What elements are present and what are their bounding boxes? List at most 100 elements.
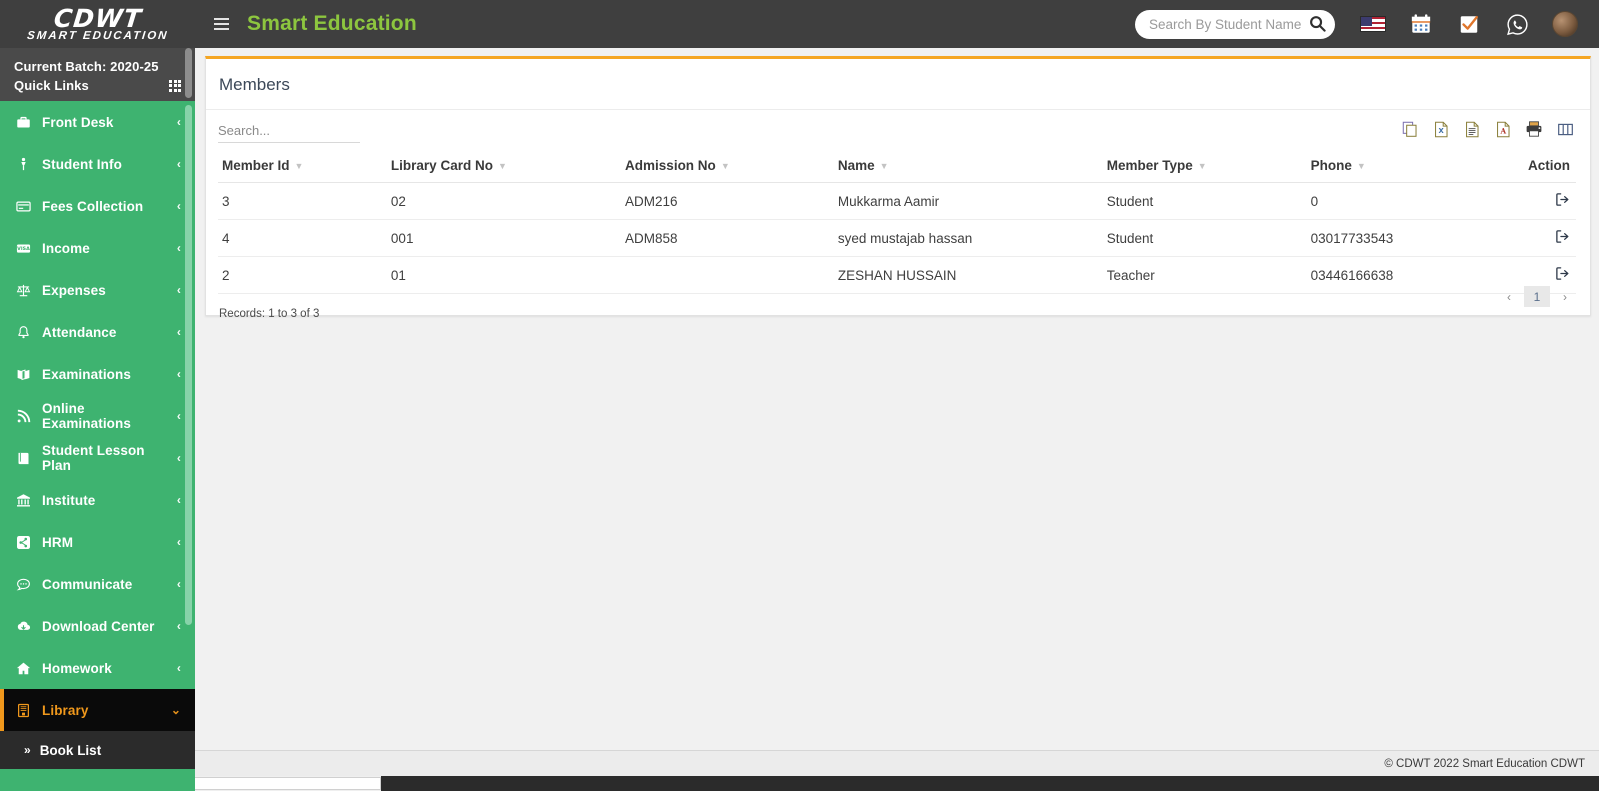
datatable-toolbar: X <box>218 120 1576 143</box>
svg-text:A: A <box>1499 126 1506 135</box>
sidebar-item-expenses[interactable]: Expenses ‹ <box>0 269 195 311</box>
sidebar-item-student-lesson-plan[interactable]: Student Lesson Plan ‹ <box>0 437 195 479</box>
sidebar-item-library[interactable]: Library ⌄ <box>0 689 195 731</box>
chevron-left-icon[interactable]: ‹ <box>177 325 181 339</box>
sidebar-item-label: Student Lesson Plan <box>42 443 145 473</box>
us-flag-graphic <box>1360 16 1386 32</box>
export-button-group: X A <box>1399 118 1576 140</box>
print-icon[interactable] <box>1523 118 1545 140</box>
chevron-left-icon[interactable]: ‹ <box>177 409 181 423</box>
signout-arrow-icon[interactable] <box>1555 192 1570 207</box>
pagination-prev[interactable]: ‹ <box>1498 286 1520 307</box>
top-navbar: CDWT SMART EDUCATION Smart Education <box>0 0 1599 48</box>
horizontal-scrollbar[interactable] <box>0 776 1599 791</box>
scrollbar-thumb[interactable] <box>183 777 381 790</box>
chevron-left-icon[interactable]: ‹ <box>177 367 181 381</box>
sort-caret-icon[interactable]: ▼ <box>880 161 889 171</box>
chevron-left-icon[interactable]: ‹ <box>177 283 181 297</box>
column-header-member-type[interactable]: Member Type ▼ <box>1102 152 1307 183</box>
chevron-down-icon[interactable]: ⌄ <box>171 703 181 717</box>
cell-admission-no <box>621 256 834 294</box>
copy-icon[interactable] <box>1399 118 1421 140</box>
cloud-download-icon <box>16 619 42 634</box>
sort-caret-icon[interactable]: ▼ <box>1357 161 1366 171</box>
sidebar-item-download-center[interactable]: Download Center ‹ <box>0 605 195 647</box>
search-input[interactable] <box>1149 16 1305 32</box>
user-avatar[interactable] <box>1541 0 1589 48</box>
pagination-next[interactable]: › <box>1554 286 1576 307</box>
cell-member-id: 3 <box>218 182 387 220</box>
signout-arrow-icon[interactable] <box>1555 229 1570 244</box>
chevron-left-icon[interactable]: ‹ <box>177 493 181 507</box>
sidebar-item-examinations[interactable]: Examinations ‹ <box>0 353 195 395</box>
chevron-left-icon[interactable]: ‹ <box>177 577 181 591</box>
sidebar-item-hrm[interactable]: HRM ‹ <box>0 521 195 563</box>
column-visibility-icon[interactable] <box>1554 118 1576 140</box>
row-action-cell <box>1477 219 1576 257</box>
sidebar-item-label: Examinations <box>42 366 131 382</box>
column-header-label: Admission No <box>625 158 716 173</box>
column-header-name[interactable]: Name ▼ <box>833 152 1103 183</box>
chevron-left-icon[interactable]: ‹ <box>177 199 181 213</box>
sidebar-item-front-desk[interactable]: Front Desk ‹ <box>0 101 195 143</box>
sidebar-item-attendance[interactable]: Attendance ‹ <box>0 311 195 353</box>
chevron-left-icon[interactable]: ‹ <box>177 619 181 633</box>
sidebar-scrollbar-top[interactable] <box>185 48 192 98</box>
sidebar-menu: Front Desk ‹ Student Info ‹ Fees Collection ‹… <box>0 101 195 731</box>
pagination: ‹ 1 › <box>1498 286 1576 307</box>
bell-icon <box>16 325 42 340</box>
sidebar-item-label: Online Examinations <box>42 401 131 431</box>
column-header-action: Action <box>1477 152 1576 183</box>
language-flag-us-icon[interactable] <box>1349 0 1397 48</box>
column-header-member-id[interactable]: Member Id ▼ <box>218 152 387 183</box>
page-title: Members <box>206 59 1590 110</box>
library-book-icon <box>16 703 42 718</box>
global-search[interactable] <box>1135 9 1335 39</box>
signout-arrow-icon[interactable] <box>1555 266 1570 281</box>
sidebar-item-student-info[interactable]: Student Info ‹ <box>0 143 195 185</box>
csv-icon[interactable] <box>1461 118 1483 140</box>
excel-icon[interactable]: X <box>1430 118 1452 140</box>
sidebar-item-online-examinations[interactable]: Online Examinations ‹ <box>0 395 195 437</box>
quick-links-row[interactable]: Quick Links <box>14 76 181 95</box>
sidebar-item-income[interactable]: VISA Income ‹ <box>0 227 195 269</box>
chevron-left-icon[interactable]: ‹ <box>177 241 181 255</box>
home-icon <box>16 661 42 676</box>
sidebar-toggle-icon[interactable] <box>203 18 239 30</box>
chevron-left-icon[interactable]: ‹ <box>177 451 181 465</box>
task-check-icon[interactable] <box>1445 0 1493 48</box>
sidebar-subitem-book-list[interactable]: » Book List <box>0 731 195 769</box>
pdf-icon[interactable]: A <box>1492 118 1514 140</box>
cell-member-type: Student <box>1102 182 1307 220</box>
chevron-left-icon[interactable]: ‹ <box>177 535 181 549</box>
chevron-left-icon[interactable]: ‹ <box>177 157 181 171</box>
whatsapp-icon[interactable] <box>1493 0 1541 48</box>
sidebar-item-institute[interactable]: Institute ‹ <box>0 479 195 521</box>
search-submit-icon[interactable] <box>1307 14 1327 34</box>
pagination-page-1[interactable]: 1 <box>1524 286 1550 307</box>
sort-caret-icon[interactable]: ▼ <box>295 161 304 171</box>
brand-logo[interactable]: CDWT SMART EDUCATION <box>0 0 195 48</box>
main-content: Members X <box>195 48 1599 765</box>
calendar-icon[interactable] <box>1397 0 1445 48</box>
column-header-phone[interactable]: Phone ▼ <box>1306 152 1478 183</box>
visa-card-icon: VISA <box>16 241 42 256</box>
comment-icon <box>16 577 42 592</box>
sort-caret-icon[interactable]: ▼ <box>721 161 730 171</box>
sidebar-item-homework[interactable]: Homework ‹ <box>0 647 195 689</box>
column-header-admission-no[interactable]: Admission No ▼ <box>621 152 834 183</box>
svg-text:X: X <box>1438 126 1444 134</box>
sort-caret-icon[interactable]: ▼ <box>498 161 507 171</box>
footer-copyright: © CDWT 2022 Smart Education CDWT <box>1384 757 1585 770</box>
sidebar-scrollbar-thumb[interactable] <box>185 105 192 625</box>
sort-caret-icon[interactable]: ▼ <box>1198 161 1207 171</box>
column-header-library-card-no[interactable]: Library Card No ▼ <box>386 152 622 183</box>
chevron-left-icon[interactable]: ‹ <box>177 661 181 675</box>
page-footer: © CDWT 2022 Smart Education CDWT <box>195 750 1599 776</box>
sidebar-item-communicate[interactable]: Communicate ‹ <box>0 563 195 605</box>
chevron-left-icon[interactable]: ‹ <box>177 115 181 129</box>
grid-apps-icon[interactable] <box>169 79 181 92</box>
cell-admission-no: ADM858 <box>621 219 834 257</box>
sidebar-item-fees-collection[interactable]: Fees Collection ‹ <box>0 185 195 227</box>
datatable-search-input[interactable] <box>218 120 360 143</box>
